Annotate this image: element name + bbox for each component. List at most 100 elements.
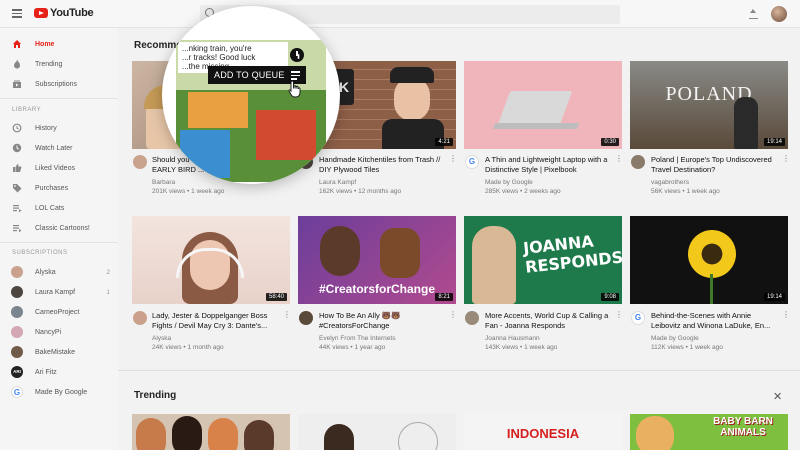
sidebar-subscription-item[interactable]: NancyPi <box>0 322 118 342</box>
sidebar-subscription-item[interactable]: CameoProject <box>0 302 118 322</box>
video-title[interactable]: Behind-the-Scenes with Annie Leibovitz a… <box>651 311 779 331</box>
subscription-label: Alyska <box>35 268 56 276</box>
sidebar-subscription-item[interactable]: ARI Ari Fitz <box>0 362 118 382</box>
video-title[interactable]: More Accents, World Cup & Calling a Fan … <box>485 311 613 331</box>
flame-icon <box>12 59 22 69</box>
thumbs-up-icon <box>12 163 22 173</box>
video-stats: 201K views • 1 week ago <box>152 188 225 195</box>
playlist-icon <box>12 223 22 233</box>
sidebar-item-lol-cats[interactable]: LOL Cats <box>0 198 118 218</box>
video-thumbnail[interactable]: POLAND 19:14 <box>630 61 788 149</box>
thumb-person <box>320 226 360 276</box>
sidebar-item-purchases[interactable]: Purchases <box>0 178 118 198</box>
sidebar-item-watch-later[interactable]: Watch Later <box>0 138 118 158</box>
sidebar-item-liked-videos[interactable]: Liked Videos <box>0 158 118 178</box>
more-options-icon[interactable]: ⋮ <box>782 311 790 319</box>
more-options-icon[interactable]: ⋮ <box>615 155 623 163</box>
subscription-avatar: ARI <box>11 366 23 378</box>
new-video-count: 1 <box>106 288 110 296</box>
sidebar-subscription-item[interactable]: BakeMistake <box>0 342 118 362</box>
subscriptions-heading: SUBSCRIPTIONS <box>12 250 68 256</box>
duration-badge: 19:14 <box>763 138 785 146</box>
subscription-avatar <box>11 286 23 298</box>
video-stats: 44K views • 1 year ago <box>319 344 386 351</box>
home-icon <box>12 39 22 49</box>
youtube-logo[interactable]: YouTube <box>34 7 94 19</box>
zoom-magnifier: ...nking train, you're ...r tracks! Good… <box>162 6 340 184</box>
thumb-person <box>244 420 274 450</box>
video-thumbnail[interactable]: BABY BARN ANIMALS <box>630 414 788 450</box>
video-thumbnail[interactable]: #CreatorsforChange 8:21 <box>298 216 456 304</box>
video-thumbnail[interactable]: JOANNA RESPONDS! 9:08 <box>464 216 622 304</box>
video-title[interactable]: How To Be An Ally 🐻🐻 #CreatorsForChange <box>319 311 447 331</box>
thumb-poland-text: POLAND <box>665 83 753 105</box>
thumb-laptop <box>497 91 573 125</box>
watch-later-icon[interactable] <box>290 48 304 62</box>
more-options-icon[interactable]: ⋮ <box>782 155 790 163</box>
more-options-icon[interactable]: ⋮ <box>449 311 457 319</box>
video-title[interactable]: Lady, Jester & Doppelganger Boss Fights … <box>152 311 280 331</box>
sidebar-divider <box>0 242 118 243</box>
duration-badge: 9:08 <box>601 293 619 301</box>
google-logo-icon[interactable]: G <box>631 311 645 325</box>
google-logo-icon[interactable]: G <box>465 155 479 169</box>
thumb-laptop-base <box>492 123 580 129</box>
video-thumbnail[interactable]: 19:14 <box>630 216 788 304</box>
tag-icon <box>12 183 22 193</box>
play-logo-icon <box>34 8 48 18</box>
video-stats: 112K views • 1 week ago <box>651 344 723 351</box>
upload-icon[interactable] <box>749 9 758 19</box>
sidebar-subscription-item[interactable]: Alyska 2 <box>0 262 118 282</box>
video-stats: 143K views • 1 week ago <box>485 344 558 351</box>
channel-avatar[interactable] <box>631 155 645 169</box>
menu-icon[interactable] <box>12 9 22 18</box>
sidebar-subscription-item[interactable]: G Made By Google <box>0 382 118 402</box>
video-thumbnail[interactable]: 58:40 <box>132 216 290 304</box>
sidebar-item-subscriptions[interactable]: Subscriptions <box>0 74 118 94</box>
thumb-block <box>256 110 316 160</box>
channel-avatar[interactable] <box>465 311 479 325</box>
more-options-icon[interactable]: ⋮ <box>449 155 457 163</box>
sidebar-item-classic-cartoons[interactable]: Classic Cartoons! <box>0 218 118 238</box>
more-options-icon[interactable]: ⋮ <box>615 311 623 319</box>
thumb-person <box>472 226 516 304</box>
close-icon[interactable]: ✕ <box>773 390 782 403</box>
thumb-person <box>208 418 238 450</box>
subscription-label: NancyPi <box>35 328 62 336</box>
video-title[interactable]: Poland | Europe's Top Undiscovered Trave… <box>651 155 779 175</box>
thumb-puppet <box>380 228 420 278</box>
thumb-creators-text: #CreatorsforChange <box>318 282 436 296</box>
video-title[interactable]: Handmade Kitchentiles from Trash // DIY … <box>319 155 447 175</box>
subscription-avatar <box>11 326 23 338</box>
more-options-icon[interactable]: ⋮ <box>283 311 291 319</box>
thumb-sunflower <box>688 230 736 278</box>
channel-avatar[interactable] <box>133 155 147 169</box>
video-stats: 162K views • 12 months ago <box>319 188 402 195</box>
thumb-train <box>188 92 248 128</box>
subscription-label: Laura Kampf <box>35 288 76 296</box>
history-icon <box>12 123 22 133</box>
sidebar-item-history[interactable]: History <box>0 118 118 138</box>
account-avatar[interactable] <box>771 6 787 22</box>
add-to-queue-tooltip: ADD TO QUEUE <box>208 66 291 84</box>
thumb-person <box>172 416 202 450</box>
thumb-stem <box>710 274 713 304</box>
video-thumbnail[interactable]: INDONESIA <box>464 414 622 450</box>
subscription-avatar: G <box>11 386 23 398</box>
dialog-line: ...r tracks! Good luck <box>182 53 256 62</box>
sidebar-subscription-item[interactable]: Laura Kampf 1 <box>0 282 118 302</box>
channel-avatar[interactable] <box>133 311 147 325</box>
duration-badge: 58:40 <box>265 293 287 301</box>
video-title[interactable]: A Thin and Lightweight Laptop with a Dis… <box>485 155 613 175</box>
video-thumbnail[interactable]: 0:30 <box>464 61 622 149</box>
sidebar-item-trending[interactable]: Trending <box>0 54 118 74</box>
magnified-thumbnail[interactable]: ...nking train, you're ...r tracks! Good… <box>176 40 326 182</box>
thumb-indonesia-text: INDONESIA <box>506 426 580 441</box>
channel-avatar[interactable] <box>299 311 313 325</box>
subscriptions-icon <box>12 79 22 89</box>
duration-badge: 19:14 <box>763 293 785 301</box>
video-thumbnail[interactable] <box>132 414 290 450</box>
video-thumbnail[interactable] <box>298 414 456 450</box>
sidebar-item-home[interactable]: Home <box>0 34 118 54</box>
new-video-count: 2 <box>106 268 110 276</box>
